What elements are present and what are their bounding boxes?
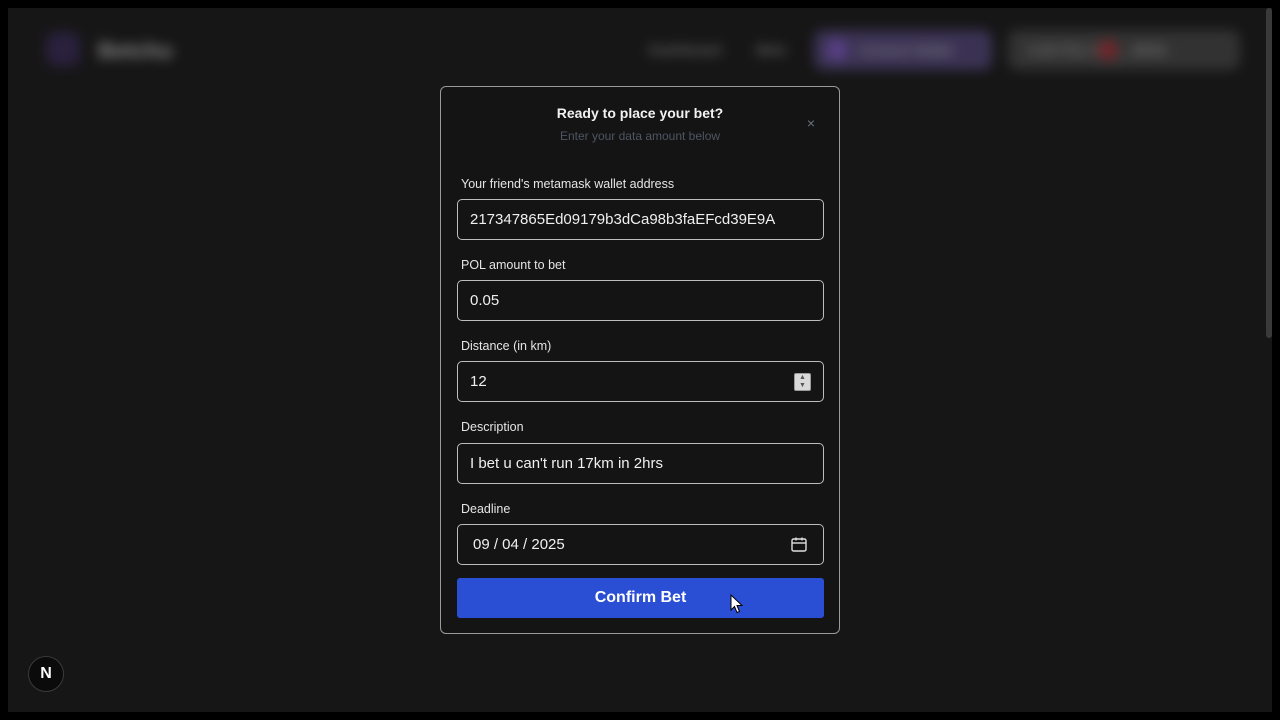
brand-logo-icon [46,32,80,66]
wallet-button[interactable]: Connect Wallet [814,30,992,70]
close-icon[interactable]: × [803,115,819,131]
deadline-field[interactable]: 09 / 04 / 2025 [457,524,824,565]
wallet-button-label: Connect Wallet [858,42,953,58]
deadline-value[interactable]: 09 / 04 / 2025 [473,536,565,553]
place-bet-dialog: Ready to place your bet? Enter your data… [440,86,840,634]
brand-name: Betchu [98,38,173,63]
account-button[interactable]: 0.05 POL 0x21...9E9A [1008,30,1240,70]
distance-input[interactable] [470,362,811,401]
amount-field[interactable] [457,280,824,321]
deadline-label: Deadline [461,502,511,516]
confirm-bet-button[interactable]: Confirm Bet [457,578,824,618]
number-stepper-icon[interactable]: ▲ ▼ [794,373,811,391]
distance-field[interactable]: ▲▼ [457,361,824,402]
amount-input[interactable] [470,281,811,320]
wallet-icon [826,39,848,61]
distance-label: Distance (in km) [461,339,552,353]
app-viewport: Betchu Dashboard Bets Connect Wallet 0.0… [8,8,1272,712]
nav-item-bets[interactable]: Bets [756,42,786,59]
description-label: Description [461,420,524,434]
dialog-subtitle: Enter your data amount below [559,129,721,143]
description-field[interactable] [457,443,824,484]
wallet-address-field[interactable] [457,199,824,240]
page-scrollbar[interactable] [1266,8,1272,338]
dialog-title: Ready to place your bet? [556,105,724,121]
account-avatar-icon [1098,40,1118,60]
nav-item-dashboard[interactable]: Dashboard [648,42,721,59]
mouse-cursor-icon [730,594,744,614]
wallet-address-input[interactable] [470,200,811,239]
description-input[interactable] [470,444,811,483]
nextjs-badge-icon[interactable]: N [28,656,64,692]
amount-label: POL amount to bet [461,258,566,272]
wallet-address-label: Your friend's metamask wallet address [461,177,675,191]
calendar-icon[interactable] [791,537,807,552]
